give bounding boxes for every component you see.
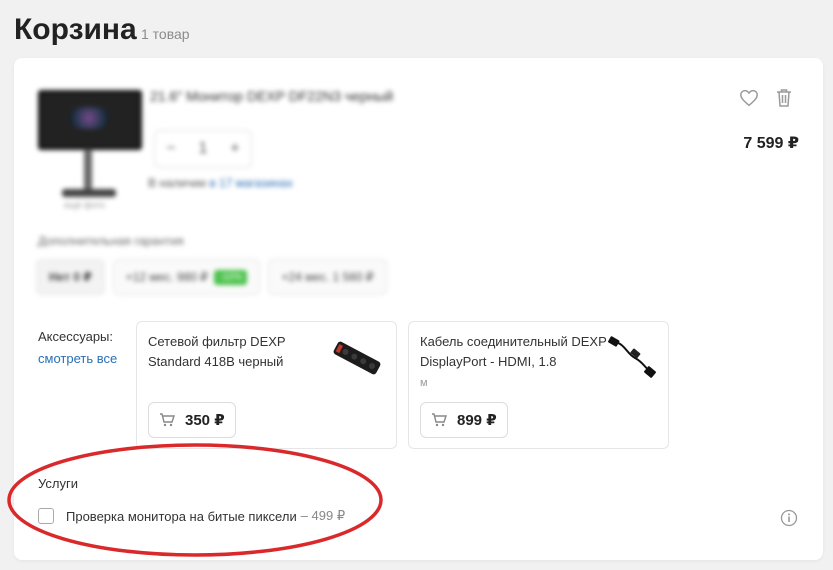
availability-link[interactable]: в 17 магазинах — [209, 176, 292, 190]
monitor-screen — [38, 90, 142, 150]
quantity-stepper: − 1 + — [154, 130, 252, 168]
services-label: Услуги — [38, 476, 78, 491]
accessories-see-all-link[interactable]: смотреть все — [38, 351, 117, 366]
qty-plus-button[interactable]: + — [230, 140, 239, 158]
cart-item-card: ещё фото 21.6" Монитор DEXP DF22N3 черны… — [14, 58, 823, 560]
accessory-price: 899 ₽ — [457, 412, 497, 429]
warranty-option-label: +12 мес. 980 ₽ — [125, 270, 209, 284]
cart-item-count: 1 товар — [141, 26, 190, 42]
monitor-stand — [84, 149, 92, 189]
cart-icon — [160, 413, 175, 427]
accessory-card[interactable]: Кабель соединительный DEXP DisplayPort -… — [408, 321, 669, 449]
trash-icon[interactable] — [776, 88, 792, 107]
accessory-title[interactable]: Сетевой фильтр DEXP Standard 418B черный — [148, 332, 328, 372]
accessories-label: Аксессуары: — [38, 329, 114, 344]
info-icon[interactable] — [780, 509, 798, 527]
power-strip-image — [333, 341, 381, 375]
qty-value[interactable]: 1 — [199, 140, 208, 158]
accessory-price: 350 ₽ — [185, 412, 225, 429]
heart-icon[interactable] — [739, 89, 759, 107]
add-to-cart-button[interactable]: 350 ₽ — [148, 402, 236, 438]
product-price: 7 599 ₽ — [743, 135, 799, 152]
image-caption: ещё фото — [64, 200, 106, 210]
warranty-option-label: +24 мес. 1 560 ₽ — [281, 270, 374, 284]
product-image[interactable]: ещё фото — [36, 86, 142, 210]
accessory-title[interactable]: Кабель соединительный DEXP DisplayPort -… — [420, 332, 610, 393]
product-name[interactable]: 21.6" Монитор DEXP DF22N3 черный — [150, 88, 393, 104]
warranty-option-label: Нет 0 ₽ — [49, 270, 92, 284]
discount-badge: -10% — [214, 269, 248, 285]
page-title: Корзина — [14, 13, 137, 46]
warranty-option-24[interactable]: +24 мес. 1 560 ₽ — [268, 259, 387, 295]
monitor-base — [62, 189, 116, 197]
service-price: – 499 ₽ — [300, 508, 346, 523]
service-checkbox[interactable] — [38, 508, 54, 524]
accessory-title-text: Кабель соединительный DEXP DisplayPort -… — [420, 334, 607, 369]
add-to-cart-button[interactable]: 899 ₽ — [420, 402, 508, 438]
accessory-title-tail: м — [420, 377, 428, 389]
service-name[interactable]: Проверка монитора на битые пиксели — [66, 509, 297, 524]
cart-icon — [432, 413, 447, 427]
warranty-label: Дополнительная гарантия — [38, 234, 184, 248]
availability-text: В наличии — [148, 176, 210, 190]
cable-image — [608, 336, 656, 378]
service-item: Проверка монитора на битые пиксели – 499… — [38, 508, 345, 524]
warranty-option-12[interactable]: +12 мес. 980 ₽ -10% — [112, 259, 261, 295]
qty-minus-button[interactable]: − — [166, 140, 175, 158]
warranty-option-none[interactable]: Нет 0 ₽ — [36, 259, 105, 295]
warranty-options: Нет 0 ₽ +12 мес. 980 ₽ -10% +24 мес. 1 5… — [36, 259, 387, 295]
accessory-card[interactable]: Сетевой фильтр DEXP Standard 418B черный… — [136, 321, 397, 449]
availability: В наличии в 17 магазинах — [148, 176, 293, 190]
